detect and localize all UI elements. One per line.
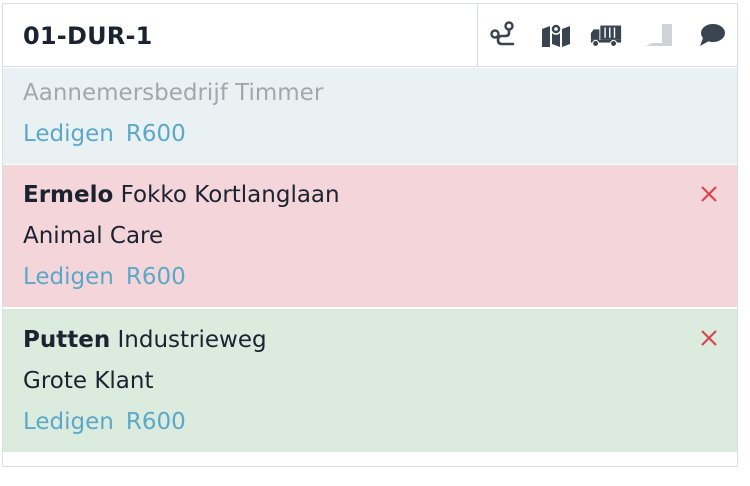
route-icon[interactable] — [487, 20, 521, 50]
action-label[interactable]: Ledigen — [23, 264, 114, 290]
route-card: 01-DUR-1 Aannemersbedrijf Timmer Ledigen… — [2, 3, 738, 467]
stop-actions: Ledigen R600 — [23, 409, 198, 435]
street-name: Fokko Kortlanglaan — [120, 182, 340, 208]
stop-row[interactable]: Aannemersbedrijf Timmer Ledigen R600 — [3, 68, 737, 164]
truck-icon[interactable] — [589, 20, 623, 50]
action-label[interactable]: Ledigen — [23, 409, 114, 435]
company-name: Grote Klant — [23, 368, 154, 394]
card-header: 01-DUR-1 — [3, 4, 737, 67]
stop-actions: Ledigen R600 — [23, 264, 198, 290]
city-name: Ermelo — [23, 182, 114, 208]
container-code[interactable]: R600 — [126, 264, 186, 290]
header-divider — [477, 4, 478, 66]
route-code: 01-DUR-1 — [23, 22, 153, 50]
map-icon[interactable] — [539, 20, 573, 50]
container-icon[interactable] — [643, 20, 677, 50]
close-icon[interactable] — [697, 182, 721, 206]
container-code[interactable]: R600 — [126, 121, 186, 147]
company-name: Aannemersbedrijf Timmer — [23, 80, 324, 106]
city-name: Putten — [23, 327, 111, 353]
stop-address: Putten Industrieweg — [23, 327, 267, 353]
street-name: Industrieweg — [117, 327, 267, 353]
stop-row[interactable]: Putten Industrieweg Grote Klant Ledigen R… — [3, 309, 737, 452]
company-name: Animal Care — [23, 223, 164, 249]
stop-row[interactable]: Ermelo Fokko Kortlanglaan Animal Care Le… — [3, 165, 737, 307]
stop-actions: Ledigen R600 — [23, 121, 198, 147]
stop-address: Ermelo Fokko Kortlanglaan — [23, 182, 340, 208]
chat-icon[interactable] — [695, 20, 729, 50]
close-icon[interactable] — [697, 326, 721, 350]
container-code[interactable]: R600 — [126, 409, 186, 435]
action-label[interactable]: Ledigen — [23, 121, 114, 147]
